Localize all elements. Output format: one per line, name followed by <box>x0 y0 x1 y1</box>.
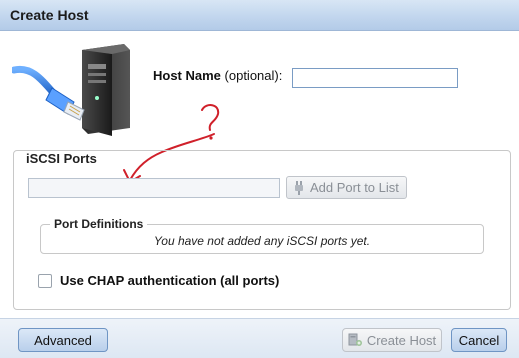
cancel-button-label: Cancel <box>458 332 500 348</box>
host-name-label-text: Host Name <box>153 68 221 83</box>
add-port-to-list-button[interactable]: Add Port to List <box>286 176 407 199</box>
title-bar[interactable]: Create Host <box>0 0 519 31</box>
dialog-title: Create Host <box>10 7 89 23</box>
host-name-label: Host Name (optional): <box>153 68 282 83</box>
port-definitions-legend: Port Definitions <box>50 217 148 231</box>
add-port-to-list-label: Add Port to List <box>310 180 399 195</box>
add-host-icon <box>348 333 362 346</box>
chap-row: Use CHAP authentication (all ports) <box>38 273 279 288</box>
create-host-dialog: Create Host Host Name (optional): iSCSI … <box>0 0 519 358</box>
plug-icon <box>295 180 303 195</box>
chap-label[interactable]: Use CHAP authentication (all ports) <box>60 273 279 288</box>
advanced-button-label: Advanced <box>34 332 92 348</box>
create-host-button[interactable]: Create Host <box>342 328 442 352</box>
iscsi-ports-legend: iSCSI Ports <box>22 151 101 166</box>
port-definitions-empty-message: You have not added any iSCSI ports yet. <box>153 234 371 248</box>
chap-checkbox[interactable] <box>38 273 52 288</box>
iscsi-port-input[interactable] <box>28 178 280 198</box>
host-name-optional-text: (optional): <box>220 68 283 83</box>
create-host-button-label: Create Host <box>366 332 437 348</box>
advanced-button[interactable]: Advanced <box>18 328 108 352</box>
cancel-button[interactable]: Cancel <box>451 328 507 352</box>
host-name-input[interactable] <box>292 68 458 88</box>
